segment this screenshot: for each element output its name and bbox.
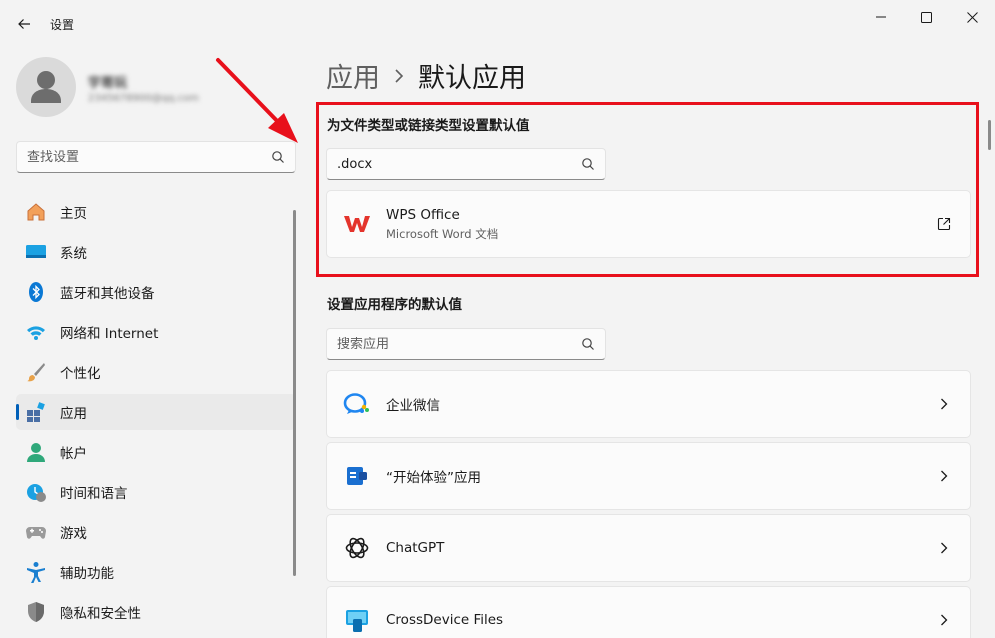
system-icon	[25, 241, 47, 263]
accessibility-icon	[25, 561, 47, 583]
settings-search-box[interactable]	[16, 141, 296, 173]
shield-icon	[25, 601, 47, 623]
breadcrumb: 应用 默认应用	[326, 56, 526, 95]
user-name: 宇哥玩	[88, 76, 128, 91]
get-started-icon	[343, 462, 371, 490]
app-card-get-started[interactable]: “开始体验”应用	[326, 442, 971, 510]
minimize-button[interactable]	[858, 4, 904, 30]
app-card-text: ChatGPT	[386, 540, 934, 556]
main-scrollbar[interactable]	[988, 120, 991, 150]
sidebar-item-network[interactable]: 网络和 Internet	[16, 314, 296, 350]
sidebar-item-label: 系统	[60, 246, 87, 262]
sidebar-item-gaming[interactable]: 游戏	[16, 514, 296, 550]
back-arrow-icon	[18, 19, 30, 29]
app-name: ChatGPT	[386, 540, 445, 556]
sidebar-item-personalization[interactable]: 个性化	[16, 354, 296, 390]
wifi-icon	[25, 321, 47, 343]
sidebar-nav: 主页 系统 蓝牙和其他设备 网络和 Internet 个性化 应用 帐户 时间和…	[16, 194, 296, 634]
brush-icon	[25, 361, 47, 383]
apps-section-title: 设置应用程序的默认值	[327, 297, 462, 313]
sidebar-item-label: 个性化	[60, 366, 101, 382]
sidebar-item-label: 隐私和安全性	[60, 606, 141, 622]
home-icon	[25, 201, 47, 223]
chevron-right-icon	[934, 466, 954, 486]
search-icon	[582, 338, 594, 350]
app-card-crossdevice[interactable]: CrossDevice Files	[326, 586, 971, 638]
chevron-right-icon	[934, 538, 954, 558]
sidebar-item-home[interactable]: 主页	[16, 194, 296, 230]
sidebar-item-label: 游戏	[60, 526, 87, 542]
app-name: “开始体验”应用	[386, 470, 481, 486]
sidebar-item-label: 应用	[60, 406, 87, 422]
maximize-button[interactable]	[903, 4, 949, 30]
app-card-chatgpt[interactable]: ChatGPT	[326, 514, 971, 582]
sidebar-item-apps[interactable]: 应用	[16, 394, 296, 430]
apps-search-input[interactable]	[337, 336, 581, 352]
account-icon	[25, 441, 47, 463]
crossdevice-icon	[343, 606, 371, 634]
app-name: 企业微信	[386, 398, 440, 414]
user-email: 2345678900@qq.com	[88, 93, 199, 104]
sidebar-item-privacy[interactable]: 隐私和安全性	[16, 594, 296, 630]
sidebar-item-bluetooth[interactable]: 蓝牙和其他设备	[16, 274, 296, 310]
close-icon	[966, 11, 978, 23]
chevron-right-icon	[394, 68, 404, 83]
apps-search-box[interactable]	[326, 328, 606, 360]
sidebar-item-label: 帐户	[60, 446, 87, 462]
settings-search-input[interactable]	[27, 149, 271, 165]
time-language-icon	[25, 481, 47, 503]
sidebar-item-system[interactable]: 系统	[16, 234, 296, 270]
app-card-text: CrossDevice Files	[386, 612, 934, 628]
app-card-text: “开始体验”应用	[386, 466, 934, 486]
breadcrumb-parent[interactable]: 应用	[326, 56, 380, 95]
sidebar-item-label: 蓝牙和其他设备	[60, 286, 155, 302]
app-card-text: 企业微信	[386, 394, 934, 414]
apps-icon	[25, 401, 47, 423]
close-button[interactable]	[949, 4, 995, 30]
title-bar: 设置	[0, 0, 995, 48]
gamepad-icon	[25, 521, 47, 543]
maximize-icon	[920, 11, 932, 23]
minimize-icon	[876, 16, 886, 18]
avatar[interactable]	[16, 57, 76, 117]
sidebar-scrollbar[interactable]	[293, 210, 296, 576]
sidebar-item-accessibility[interactable]: 辅助功能	[16, 554, 296, 590]
page-title: 默认应用	[418, 63, 526, 94]
sidebar-item-label: 辅助功能	[60, 566, 114, 582]
back-button[interactable]	[10, 10, 38, 38]
window-title: 设置	[50, 18, 75, 32]
sidebar-item-label: 时间和语言	[60, 486, 128, 502]
sidebar-item-label: 主页	[60, 206, 87, 222]
sidebar-item-time-language[interactable]: 时间和语言	[16, 474, 296, 510]
sidebar-item-label: 网络和 Internet	[60, 326, 159, 342]
chatgpt-icon	[343, 534, 371, 562]
sidebar-item-accounts[interactable]: 帐户	[16, 434, 296, 470]
search-icon	[272, 151, 284, 163]
chevron-right-icon	[934, 610, 954, 630]
user-silhouette-icon	[31, 71, 61, 103]
app-card-wecom[interactable]: 企业微信	[326, 370, 971, 438]
wecom-icon	[343, 390, 371, 418]
highlight-annotation-box	[316, 102, 979, 277]
bluetooth-icon	[25, 281, 47, 303]
chevron-right-icon	[934, 394, 954, 414]
app-name: CrossDevice Files	[386, 612, 504, 628]
